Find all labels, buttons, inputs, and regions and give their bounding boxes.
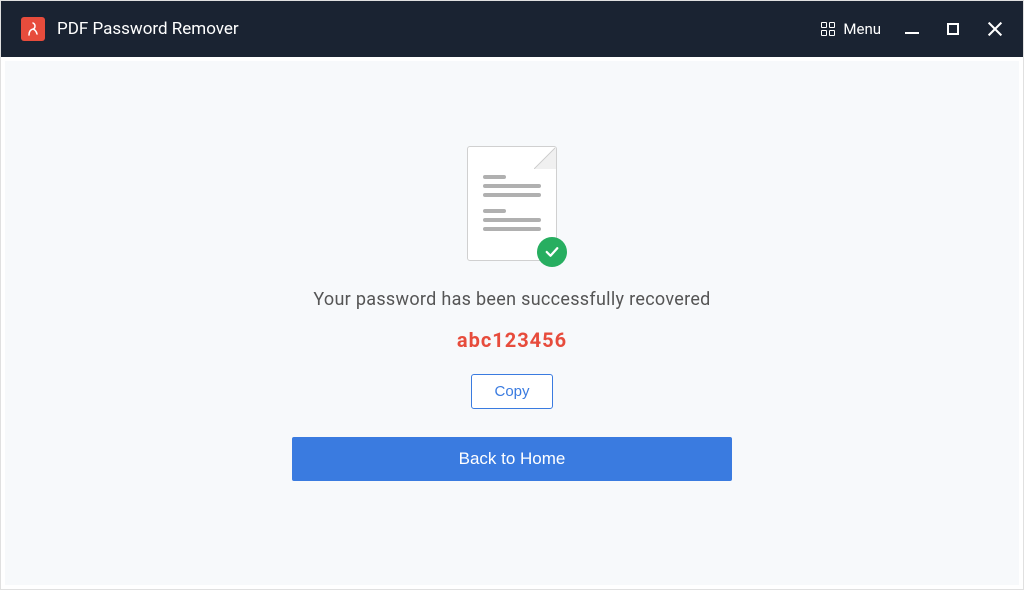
menu-label: Menu (843, 20, 881, 38)
menu-button[interactable]: Menu (821, 20, 881, 38)
titlebar-right: Menu (821, 20, 1003, 38)
close-icon (987, 21, 1003, 37)
titlebar: PDF Password Remover Menu (1, 1, 1023, 57)
recovered-password: abc123456 (457, 328, 567, 352)
copy-button[interactable]: Copy (471, 374, 552, 409)
back-to-home-button[interactable]: Back to Home (292, 437, 732, 481)
document-fold-icon (534, 147, 556, 169)
minimize-icon (905, 32, 919, 34)
success-message: Your password has been successfully reco… (313, 289, 710, 310)
document-success-icon (467, 146, 557, 261)
check-icon (543, 243, 561, 261)
app-title: PDF Password Remover (57, 19, 239, 39)
content-area: Your password has been successfully reco… (1, 57, 1023, 589)
minimize-button[interactable] (905, 24, 919, 34)
menu-grid-icon (821, 22, 835, 36)
window-controls (905, 21, 1003, 37)
success-check-badge (537, 237, 567, 267)
maximize-button[interactable] (947, 23, 959, 35)
app-window: PDF Password Remover Menu (0, 0, 1024, 590)
close-button[interactable] (987, 21, 1003, 37)
app-icon (21, 17, 45, 41)
titlebar-left: PDF Password Remover (21, 17, 821, 41)
maximize-icon (947, 23, 959, 35)
